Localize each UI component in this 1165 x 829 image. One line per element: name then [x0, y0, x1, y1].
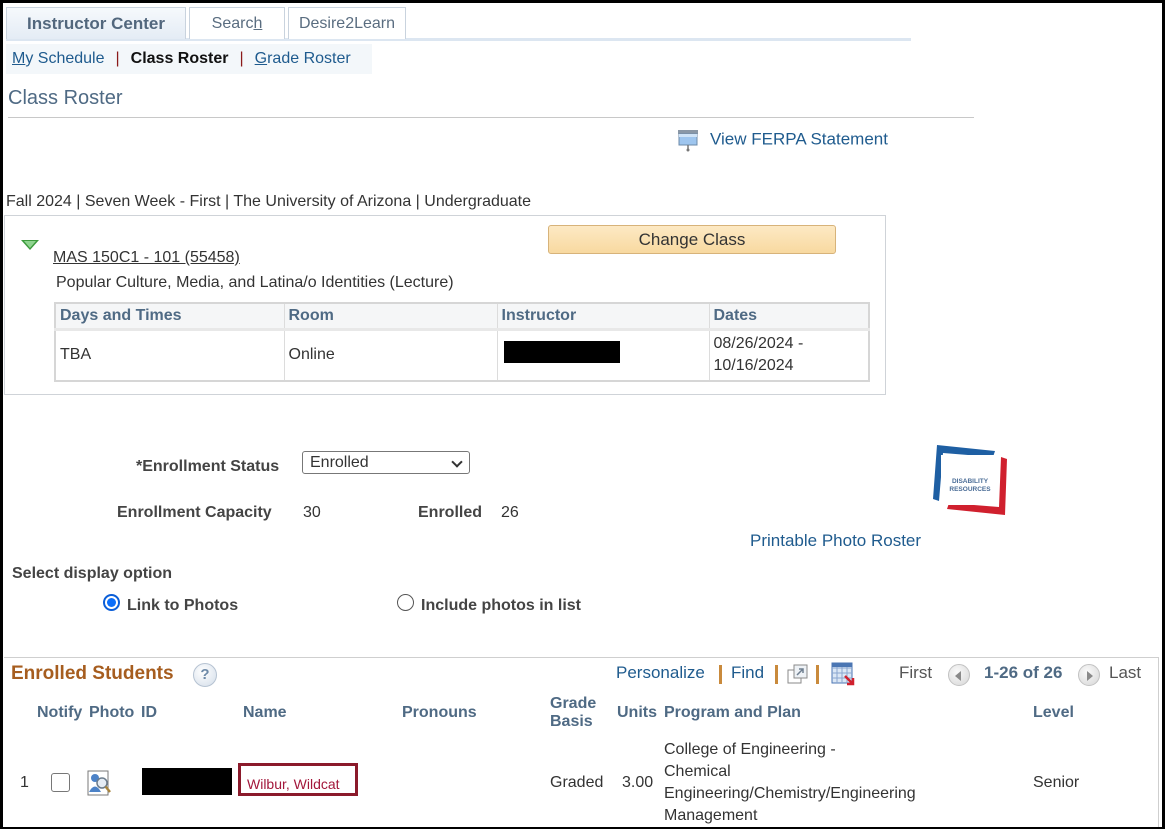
tab-strip: Instructor Center Search Desire2Learn	[6, 7, 911, 41]
program-plan-line: Engineering/Chemistry/Engineering	[664, 785, 916, 802]
dates-value: 08/26/2024 - 10/16/2024	[709, 329, 870, 381]
sub-navigation: My Schedule | Class Roster | Grade Roster	[6, 44, 372, 74]
page-title: Class Roster	[8, 87, 123, 109]
dates-end: 10/16/2024	[713, 357, 794, 375]
printable-photo-roster-link[interactable]: Printable Photo Roster	[750, 531, 921, 551]
grid-title: Enrolled Students	[11, 663, 174, 684]
class-section-link[interactable]: MAS 150C1 - 101 (55458)	[53, 249, 240, 267]
col-name[interactable]: Name	[243, 704, 287, 722]
col-id[interactable]: ID	[141, 704, 157, 722]
tab-desire2learn[interactable]: Desire2Learn	[288, 7, 406, 39]
view-photo-icon[interactable]	[87, 770, 111, 796]
page: Instructor Center Search Desire2Learn My…	[3, 3, 1162, 827]
last-page-label: Last	[1109, 663, 1142, 682]
arrow-right-icon	[1087, 671, 1093, 681]
class-section-box: MAS 150C1 - 101 (55458) Popular Culture,…	[4, 215, 886, 395]
help-icon[interactable]: ?	[193, 663, 217, 687]
room-value: Online	[284, 329, 498, 381]
instructor-value	[497, 329, 710, 381]
view-ferpa-statement-link[interactable]: View FERPA Statement	[676, 128, 888, 152]
nav-my-schedule-accesskey: M	[12, 50, 26, 67]
radio-link-to-photos[interactable]	[103, 594, 120, 611]
enrolled-label: Enrolled	[418, 504, 483, 521]
logo-text-line2: RESOURCES	[949, 486, 991, 493]
redacted-student-id	[142, 768, 232, 795]
tab-instructor-center[interactable]: Instructor Center	[6, 7, 186, 39]
download-spreadsheet-icon[interactable]	[831, 662, 855, 686]
col-level[interactable]: Level	[1033, 704, 1074, 722]
col-pronouns[interactable]: Pronouns	[402, 704, 477, 722]
previous-page-button[interactable]	[948, 664, 970, 686]
enrollment-capacity-value: 30	[303, 504, 321, 521]
class-description: Popular Culture, Media, and Latina/o Ide…	[56, 274, 454, 291]
personalize-link[interactable]: Personalize	[616, 663, 705, 683]
chevron-down-icon	[451, 456, 463, 468]
meeting-info-table: Days and Times Room Instructor Dates TBA…	[54, 302, 870, 382]
enrollment-status-select[interactable]: Enrolled	[302, 451, 470, 474]
projector-screen-icon	[678, 130, 698, 152]
program-plan-line: Chemical	[664, 763, 731, 780]
display-option-label: Select display option	[12, 565, 173, 582]
program-plan-line: Management	[664, 807, 758, 824]
nav-divider	[775, 665, 778, 684]
radio-include-photos-label[interactable]: Include photos in list	[421, 597, 581, 615]
program-plan-line: College of Engineering -	[664, 741, 836, 758]
enrolled-value: 26	[501, 504, 519, 521]
grade-basis-value: Graded	[550, 774, 604, 791]
nav-separator: |	[239, 50, 244, 67]
nav-grade-roster[interactable]: Grade Roster	[255, 50, 351, 67]
nav-my-schedule[interactable]: My Schedule	[12, 50, 105, 67]
col-grade-basis-line2: Basis	[550, 713, 593, 730]
redacted-instructor	[503, 340, 620, 363]
col-program-plan[interactable]: Program and Plan	[664, 704, 801, 722]
col-photo: Photo	[89, 704, 135, 721]
col-days-times: Days and Times	[55, 303, 285, 331]
nav-class-roster-current: Class Roster	[130, 50, 229, 67]
nav-grade-roster-accesskey: G	[254, 50, 268, 67]
tab-search[interactable]: Search	[189, 7, 285, 39]
nav-divider	[816, 665, 819, 684]
units-value: 3.00	[622, 774, 654, 791]
radio-include-photos[interactable]	[397, 594, 414, 611]
next-page-button[interactable]	[1078, 664, 1100, 686]
radio-link-to-photos-label[interactable]: Link to Photos	[127, 597, 238, 615]
term-info: Fall 2024 | Seven Week - First | The Uni…	[6, 193, 532, 210]
student-name-link[interactable]: Wilbur, Wildcat	[238, 763, 358, 796]
col-instructor: Instructor	[497, 303, 710, 331]
view-all-zoom-icon[interactable]	[787, 664, 809, 684]
arrow-left-icon	[955, 671, 961, 681]
tab-search-label: Searc	[211, 15, 254, 32]
col-notify: Notify	[37, 704, 83, 721]
view-ferpa-label: View FERPA Statement	[710, 129, 888, 149]
row-range: 1-26 of 26	[984, 663, 1063, 682]
logo-text-line1: DISABILITY	[952, 478, 989, 485]
disability-resources-logo[interactable]: DISABILITY RESOURCES	[931, 443, 1007, 515]
nav-divider	[719, 665, 722, 684]
nav-separator: |	[115, 50, 120, 67]
col-dates: Dates	[709, 303, 870, 331]
find-link[interactable]: Find	[731, 663, 764, 683]
enrollment-capacity-label: Enrollment Capacity	[117, 504, 272, 521]
tab-search-accesskey: h	[253, 15, 263, 32]
dates-start: 08/26/2024 -	[713, 335, 804, 353]
collapse-triangle-icon[interactable]	[21, 240, 39, 250]
col-room: Room	[284, 303, 498, 331]
change-class-button[interactable]: Change Class	[548, 225, 836, 254]
enrollment-status-label: *Enrollment Status	[136, 458, 280, 475]
notify-checkbox[interactable]	[51, 773, 70, 792]
nav-my-schedule-label: y Schedule	[25, 50, 105, 67]
title-divider	[8, 117, 974, 118]
nav-grade-roster-label: rade Roster	[267, 50, 351, 67]
row-number: 1	[20, 774, 29, 791]
enrollment-status-value: Enrolled	[310, 454, 369, 471]
meeting-row: TBA Online 08/26/2024 - 10/16/2024	[55, 329, 870, 381]
first-page-label: First	[899, 663, 933, 682]
days-times-value: TBA	[55, 329, 285, 381]
meeting-table-header: Days and Times Room Instructor Dates	[55, 303, 870, 331]
level-value: Senior	[1033, 774, 1080, 791]
col-units[interactable]: Units	[617, 704, 657, 722]
col-grade-basis-line1: Grade	[550, 695, 597, 712]
col-grade-basis[interactable]: Grade Basis	[550, 695, 596, 731]
program-plan-value: College of Engineering - Chemical Engine…	[664, 739, 984, 827]
